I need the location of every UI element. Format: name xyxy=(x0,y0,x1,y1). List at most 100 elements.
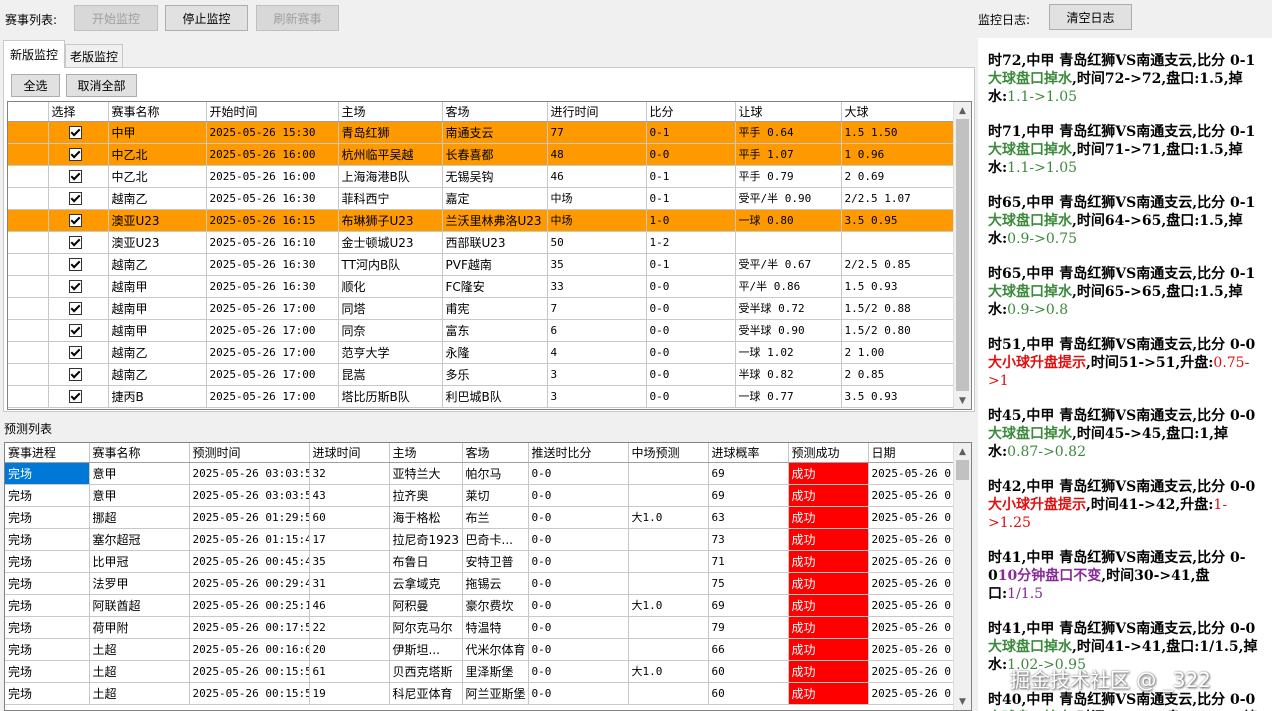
select-all-button[interactable]: 全选 xyxy=(11,74,60,97)
checkbox-checked-icon[interactable] xyxy=(68,302,82,315)
select-cell[interactable] xyxy=(48,143,109,166)
prediction-row[interactable]: 完场 阿联酋超 2025-05-26 00:25:12 46 阿积曼 豪尔费坎 0-0 大1.… xyxy=(5,594,957,617)
match-row[interactable]: 捷丙B 2025-05-26 17:00 塔比历斯B队 利巴城B队 3 0-0 一球 0.7… xyxy=(8,385,957,408)
checkbox-checked-icon[interactable] xyxy=(68,214,82,227)
select-cell[interactable] xyxy=(48,341,109,364)
match-col-header[interactable]: 赛事名称 xyxy=(108,102,207,122)
select-cell[interactable] xyxy=(48,363,109,386)
match-grid-scrollbar[interactable]: ▲ ▼ xyxy=(953,102,971,409)
scroll-up-icon[interactable]: ▲ xyxy=(954,102,971,119)
row-header-cell[interactable] xyxy=(8,121,49,144)
prediction-row[interactable]: 完场 意甲 2025-05-26 03:03:59 32 亚特兰大 帕尔马 0-0 69 成功 2… xyxy=(5,462,957,485)
prediction-row[interactable]: 完场 土超 2025-05-26 00:15:54 19 科尼亚体育 阿兰亚斯堡 0-0 60… xyxy=(5,682,957,705)
row-header-cell[interactable] xyxy=(8,363,49,386)
match-col-header[interactable]: 大球 xyxy=(841,102,957,122)
prediction-row[interactable]: 完场 荷甲附 2025-05-26 00:17:56 22 阿尔克马尔 特温特 0-0 79 成… xyxy=(5,616,957,639)
stop-monitor-button[interactable]: 停止监控 xyxy=(165,5,248,31)
prediction-col-header[interactable]: 主场 xyxy=(389,443,463,463)
match-row[interactable]: 越南乙 2025-05-26 16:30 TT河内B队 PVF越南 35 0-1 受平/半 … xyxy=(8,253,957,276)
clear-log-button[interactable]: 清空日志 xyxy=(1049,4,1132,30)
match-col-header[interactable]: 开始时间 xyxy=(206,102,339,122)
row-header-cell[interactable] xyxy=(8,385,49,408)
tab-old-monitor[interactable]: 老版监控 xyxy=(65,44,123,68)
checkbox-checked-icon[interactable] xyxy=(68,170,82,183)
scroll-down-icon[interactable]: ▼ xyxy=(954,693,971,710)
prediction-col-header[interactable]: 推送时比分 xyxy=(528,443,629,463)
select-cell[interactable] xyxy=(48,385,109,408)
scroll-thumb[interactable] xyxy=(956,460,969,480)
match-col-header[interactable] xyxy=(8,102,49,122)
select-cell[interactable] xyxy=(48,165,109,188)
checkbox-checked-icon[interactable] xyxy=(68,148,82,161)
match-row[interactable]: 中甲 2025-05-26 15:30 青岛红狮 南通支云 77 0-1 平手 0.64 1.… xyxy=(8,121,957,144)
match-col-header[interactable]: 让球 xyxy=(735,102,842,122)
checkbox-checked-icon[interactable] xyxy=(68,236,82,249)
prediction-grid-scrollbar[interactable]: ▲ ▼ xyxy=(953,443,971,710)
prediction-col-header[interactable]: 赛事进程 xyxy=(5,443,90,463)
prediction-row[interactable]: 完场 比甲冠 2025-05-26 00:45:48 35 布鲁日 安特卫普 0-0 71 成功… xyxy=(5,550,957,573)
row-header-cell[interactable] xyxy=(8,231,49,254)
match-row[interactable]: 越南甲 2025-05-26 17:00 同奈 富东 6 0-0 受半球 0.90 1.5/2… xyxy=(8,319,957,342)
row-header-cell[interactable] xyxy=(8,341,49,364)
match-col-header[interactable]: 主场 xyxy=(338,102,443,122)
select-cell[interactable] xyxy=(48,187,109,210)
prediction-col-header[interactable]: 进球时间 xyxy=(309,443,390,463)
scroll-down-icon[interactable]: ▼ xyxy=(954,392,971,409)
start-monitor-button[interactable]: 开始监控 xyxy=(74,5,158,31)
scroll-up-icon[interactable]: ▲ xyxy=(954,443,971,460)
prediction-col-header[interactable]: 赛事名称 xyxy=(89,443,190,463)
match-col-header[interactable]: 比分 xyxy=(646,102,736,122)
prediction-col-header[interactable]: 进球概率 xyxy=(708,443,789,463)
scroll-thumb[interactable] xyxy=(956,119,969,391)
checkbox-checked-icon[interactable] xyxy=(68,346,82,359)
prediction-row[interactable]: 完场 土超 2025-05-26 00:16:04 20 伊斯坦... 代米尔体育 0-0 6… xyxy=(5,638,957,661)
prediction-row[interactable]: 完场 塞尔超冠 2025-05-26 01:15:41 17 拉尼奇1923 巴奇卡...… xyxy=(5,528,957,551)
prediction-row[interactable]: 完场 土超 2025-05-26 00:15:54 61 贝西克塔斯 里泽斯堡 0-0 大1.… xyxy=(5,660,957,683)
deselect-all-button[interactable]: 取消全部 xyxy=(66,74,137,97)
row-header-cell[interactable] xyxy=(8,319,49,342)
select-cell[interactable] xyxy=(48,209,109,232)
match-row[interactable]: 越南乙 2025-05-26 16:30 菲科西宁 嘉定 中场 0-1 受平/半 0.90 2… xyxy=(8,187,957,210)
row-header-cell[interactable] xyxy=(8,187,49,210)
match-row[interactable]: 澳亚U23 2025-05-26 16:15 布琳狮子U23 兰沃里林弗洛U23 中场 1… xyxy=(8,209,957,232)
match-col-header[interactable]: 客场 xyxy=(442,102,548,122)
checkbox-checked-icon[interactable] xyxy=(68,258,82,271)
match-row[interactable]: 越南甲 2025-05-26 17:00 同塔 甫宪 7 0-0 受半球 0.72 1.5/2… xyxy=(8,297,957,320)
row-header-cell[interactable] xyxy=(8,165,49,188)
row-header-cell[interactable] xyxy=(8,209,49,232)
match-row[interactable]: 越南乙 2025-05-26 17:00 范亨大学 永隆 4 0-0 一球 1.02 2 1.… xyxy=(8,341,957,364)
refresh-matches-button[interactable]: 刷新赛事 xyxy=(256,5,339,31)
row-header-cell[interactable] xyxy=(8,143,49,166)
row-header-cell[interactable] xyxy=(8,253,49,276)
prediction-row[interactable]: 完场 挪超 2025-05-26 01:29:51 60 海于格松 布兰 0-0 大1.0 63… xyxy=(5,506,957,529)
prediction-col-header[interactable]: 日期 xyxy=(868,443,957,463)
checkbox-checked-icon[interactable] xyxy=(68,390,82,403)
prediction-col-header[interactable]: 预测成功 xyxy=(788,443,869,463)
checkbox-checked-icon[interactable] xyxy=(68,368,82,381)
checkbox-checked-icon[interactable] xyxy=(68,126,82,139)
match-col-header[interactable]: 选择 xyxy=(48,102,109,122)
prediction-col-header[interactable]: 预测时间 xyxy=(189,443,310,463)
prediction-col-header[interactable]: 中场预测 xyxy=(628,443,709,463)
match-row[interactable]: 中乙北 2025-05-26 16:00 上海海港B队 无锡吴钩 46 0-1 平手 0.7… xyxy=(8,165,957,188)
select-cell[interactable] xyxy=(48,297,109,320)
prediction-row[interactable]: 完场 意甲 2025-05-26 03:03:59 43 拉齐奥 莱切 0-0 69 成功 202… xyxy=(5,484,957,507)
match-row[interactable]: 越南甲 2025-05-26 16:30 顺化 FC隆安 33 0-0 平/半 0.86 1.… xyxy=(8,275,957,298)
prediction-col-header[interactable]: 客场 xyxy=(462,443,529,463)
match-row[interactable]: 越南乙 2025-05-26 17:00 昆嵩 多乐 3 0-0 半球 0.82 2 0.85 xyxy=(8,363,957,386)
match-col-header[interactable]: 进行时间 xyxy=(547,102,647,122)
checkbox-checked-icon[interactable] xyxy=(68,280,82,293)
prediction-row[interactable]: 完场 法罗甲 2025-05-26 00:29:46 31 云拿域克 拖锡云 0-0 75 成功… xyxy=(5,572,957,595)
tab-new-monitor[interactable]: 新版监控 xyxy=(3,40,65,68)
checkbox-checked-icon[interactable] xyxy=(68,192,82,205)
row-header-cell[interactable] xyxy=(8,275,49,298)
monitor-log[interactable]: 时72,中甲 青岛红狮VS南通支云,比分 0-1大球盘口掉水,时间72->72,… xyxy=(978,38,1272,711)
match-row[interactable]: 中乙北 2025-05-26 16:00 杭州临平吴越 长春喜都 48 0-0 平手 1.0… xyxy=(8,143,957,166)
select-cell[interactable] xyxy=(48,275,109,298)
select-cell[interactable] xyxy=(48,121,109,144)
row-header-cell[interactable] xyxy=(8,297,49,320)
match-row[interactable]: 澳亚U23 2025-05-26 16:10 金士顿城U23 西部联U23 50 1-2 xyxy=(8,231,957,254)
select-cell[interactable] xyxy=(48,253,109,276)
select-cell[interactable] xyxy=(48,319,109,342)
checkbox-checked-icon[interactable] xyxy=(68,324,82,337)
